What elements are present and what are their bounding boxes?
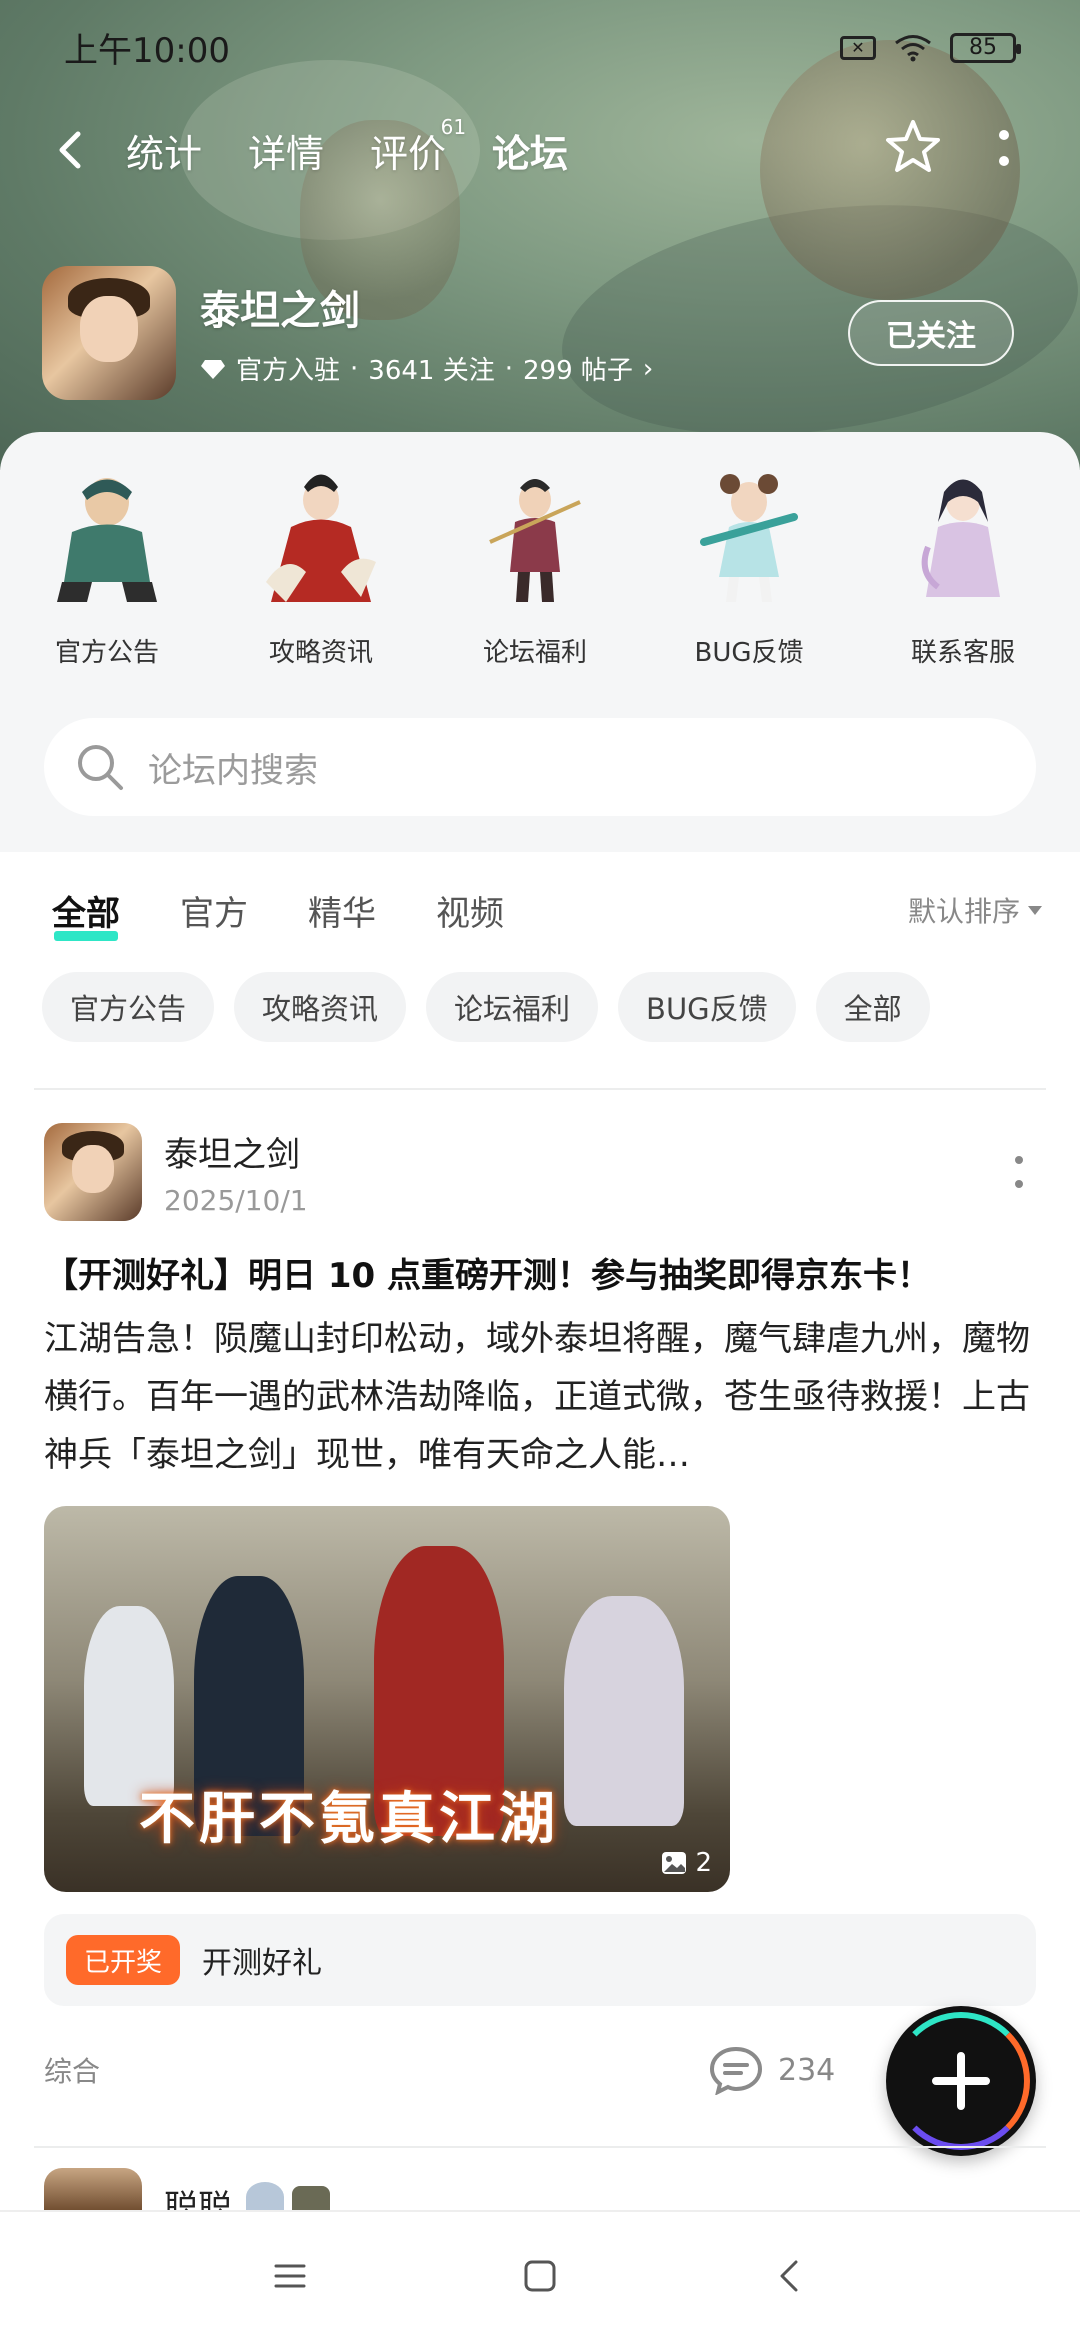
tab-featured[interactable]: 精华 (308, 886, 376, 935)
category-bug-report[interactable]: BUG反馈 (642, 462, 856, 669)
post-category: 综合 (44, 2055, 101, 2088)
comment-count: 234 (778, 2052, 836, 2088)
category-welfare[interactable]: 论坛福利 (428, 462, 642, 669)
category-official-announcement[interactable]: 官方公告 (0, 462, 214, 669)
menu-icon[interactable] (270, 2256, 310, 2296)
follow-button[interactable]: 已关注 (848, 300, 1014, 366)
category-label: 论坛福利 (482, 638, 587, 668)
tab-forum[interactable]: 论坛 (490, 123, 571, 180)
more-options-icon[interactable] (1014, 1155, 1024, 1189)
avatar[interactable] (44, 1123, 142, 1221)
tab-stats[interactable]: 统计 (126, 123, 202, 178)
home-icon[interactable] (520, 2256, 560, 2296)
tab-official[interactable]: 官方 (180, 886, 248, 935)
character-icon (489, 479, 581, 602)
search-icon (78, 745, 123, 790)
category-label: 攻略资讯 (268, 638, 373, 668)
back-icon[interactable] (52, 130, 92, 170)
character-icon (266, 474, 376, 602)
chevron-right-icon: › (642, 353, 654, 384)
sim-icon: ✕ (840, 35, 876, 60)
category-label: 官方公告 (54, 638, 159, 668)
title-badge (292, 2186, 330, 2212)
back-nav-icon[interactable] (770, 2256, 810, 2296)
lottery-status-badge: 已开奖 (66, 1935, 181, 1985)
tab-details[interactable]: 详情 (248, 123, 324, 178)
app-name: 泰坦之剑 (200, 288, 360, 334)
feed-tabs: 全部 官方 精华 视频 默认排序 (52, 880, 1042, 941)
new-post-button[interactable] (886, 2006, 1036, 2156)
posts-count: 299 帖子 (522, 356, 633, 386)
post-date: 2025/10/1 (164, 1184, 308, 1217)
post-header: 泰坦之剑 2025/10/1 (44, 1122, 1044, 1222)
app-info: 泰坦之剑 官方入驻 · 3641 关注 · 299 帖子 › 已关注 (42, 265, 1042, 400)
system-navigation-bar (0, 2210, 1080, 2340)
sort-dropdown[interactable]: 默认排序 (908, 890, 1042, 930)
character-icon (921, 479, 1000, 597)
character-icon (700, 474, 798, 602)
tab-video[interactable]: 视频 (436, 886, 504, 935)
divider (34, 1088, 1046, 1090)
search-placeholder: 论坛内搜索 (148, 750, 318, 791)
wifi-icon (895, 34, 931, 61)
filter-chips: 官方公告 攻略资讯 论坛福利 BUG反馈 全部 (42, 972, 1042, 1042)
plus-icon (932, 2052, 990, 2110)
chip-guides[interactable]: 攻略资讯 (234, 972, 407, 1042)
lottery-card[interactable]: 已开奖 开测好礼 (44, 1914, 1036, 2006)
app-stats[interactable]: 官方入驻 · 3641 关注 · 299 帖子 › (200, 350, 653, 387)
level-badge (246, 2182, 284, 2212)
image-icon (662, 1852, 687, 1874)
comment-icon (709, 2046, 763, 2095)
status-bar: 上午10:00 ✕ 85 (0, 0, 1080, 95)
app-icon (42, 265, 176, 400)
divider (34, 2146, 1046, 2148)
character-icon (57, 478, 157, 602)
image-caption: 不肝不氪真江湖 (139, 1786, 559, 1852)
category-label: BUG反馈 (694, 638, 804, 668)
tab-reviews-label: 评价 (370, 131, 447, 176)
tab-all[interactable]: 全部 (52, 886, 120, 941)
more-icon[interactable] (996, 127, 1012, 171)
battery-icon: 85 (950, 32, 1021, 63)
top-nav: 统计 详情 评价 61 论坛 (0, 105, 1080, 195)
post-body[interactable]: 江湖告急！陨魔山封印松动，域外泰坦将醒，魔气肆虐九州，魔物横行。百年一遇的武林浩… (44, 1310, 1034, 1484)
comments-button[interactable]: 234 (708, 2045, 835, 2095)
post-author[interactable]: 泰坦之剑 (164, 1127, 308, 1176)
lottery-title: 开测好礼 (202, 1946, 323, 1981)
chip-bug-report[interactable]: BUG反馈 (618, 972, 796, 1042)
chip-all[interactable]: 全部 (815, 972, 930, 1042)
category-panel: 官方公告 攻略资讯 论坛福利 BUG反馈 联系客服 论坛内搜索 (0, 432, 1080, 852)
tab-reviews[interactable]: 评价 61 (370, 115, 466, 178)
post-author: 聪聪 (164, 2188, 232, 2212)
category-customer-service[interactable]: 联系客服 (856, 462, 1070, 669)
star-icon[interactable] (882, 117, 944, 179)
search-input[interactable]: 论坛内搜索 (44, 718, 1036, 816)
image-count: 2 (661, 1848, 712, 1878)
diamond-icon (201, 359, 225, 379)
followers-count: 3641 关注 (368, 356, 495, 386)
avatar (44, 2168, 142, 2212)
status-time: 上午10:00 (64, 31, 230, 71)
post-image[interactable]: 不肝不氪真江湖 2 (44, 1506, 730, 1892)
chip-welfare[interactable]: 论坛福利 (426, 972, 599, 1042)
category-label: 联系客服 (910, 638, 1015, 668)
post-title[interactable]: 【开测好礼】明日 10 点重磅开测！参与抽奖即得京东卡！ (44, 1248, 1044, 1297)
official-label: 官方入驻 (236, 356, 341, 386)
review-count-badge: 61 (440, 114, 467, 139)
list-item[interactable]: 聪聪 (44, 2168, 1044, 2212)
sort-label: 默认排序 (907, 895, 1020, 928)
caret-down-icon (1028, 905, 1042, 915)
category-guides[interactable]: 攻略资讯 (214, 462, 428, 669)
chip-official-announcement[interactable]: 官方公告 (42, 972, 215, 1042)
